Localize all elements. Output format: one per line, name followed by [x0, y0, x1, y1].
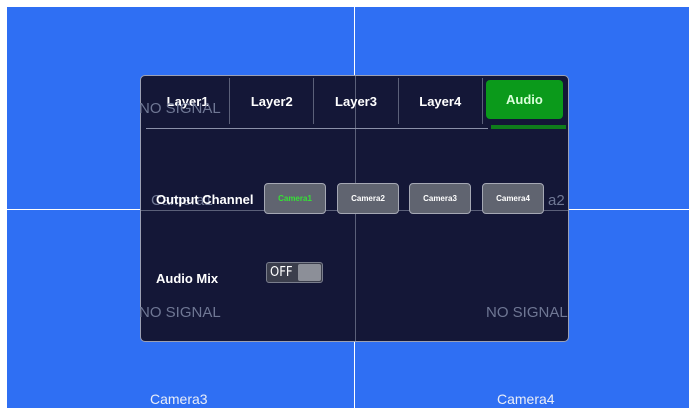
video-preview-area: Camera3 Camera4 NO SIGNAL NO SIGNAL NO S… — [7, 7, 689, 408]
tab-audio-label: Audio — [485, 80, 564, 119]
output-channel-label: Output Channel — [156, 192, 254, 207]
no-signal-text-q3: NO SIGNAL — [139, 304, 221, 321]
audio-mix-toggle[interactable]: OFF — [266, 262, 323, 283]
tab-audio[interactable]: Audio — [483, 78, 566, 124]
camera4-label: Camera4 — [497, 391, 555, 407]
audio-settings-dialog: NO SIGNAL NO SIGNAL NO SIGNAL Camera1 a2… — [139, 75, 569, 342]
audio-mix-state: OFF — [270, 265, 293, 280]
tab-bar-underline — [146, 128, 488, 129]
output-camera4-button[interactable]: Camera4 — [482, 183, 544, 214]
no-signal-text-q1: NO SIGNAL — [139, 100, 221, 117]
tab-layer2[interactable]: Layer2 — [230, 78, 315, 124]
tab-layer3[interactable]: Layer3 — [314, 78, 399, 124]
audio-mix-label: Audio Mix — [156, 271, 219, 286]
output-camera2-button[interactable]: Camera2 — [337, 183, 399, 214]
tab-layer4[interactable]: Layer4 — [399, 78, 483, 124]
camera2-label-faded: a2 — [548, 192, 565, 209]
no-signal-text-q4: NO SIGNAL — [486, 304, 568, 321]
camera3-label: Camera3 — [150, 391, 208, 407]
toggle-knob — [298, 264, 321, 281]
active-tab-indicator — [491, 125, 566, 129]
output-camera3-button[interactable]: Camera3 — [409, 183, 471, 214]
output-camera1-button[interactable]: Camera1 — [264, 183, 326, 214]
